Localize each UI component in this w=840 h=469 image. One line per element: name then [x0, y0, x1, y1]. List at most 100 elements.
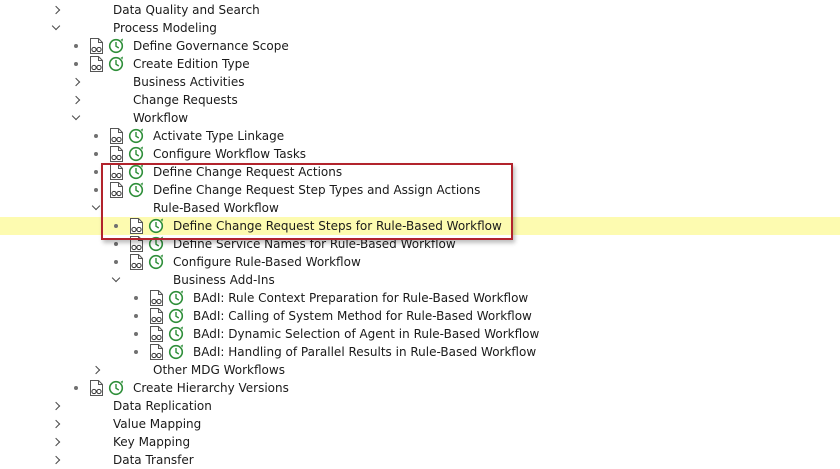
tree-node-label: Workflow	[133, 111, 189, 125]
bullet-icon	[74, 62, 78, 66]
tree-node-label: Create Hierarchy Versions	[133, 381, 289, 395]
execute-clock-icon[interactable]	[128, 145, 144, 163]
tree-node-label: Value Mapping	[113, 417, 202, 431]
execute-clock-icon[interactable]	[148, 235, 164, 253]
chevron-right-icon[interactable]	[90, 361, 104, 379]
tree-node-label: Change Requests	[133, 93, 238, 107]
tree-node-other-mdg-workflows[interactable]: Other MDG Workflows	[0, 361, 840, 379]
tree-activity-define-step-types[interactable]: Define Change Request Step Types and Ass…	[0, 181, 840, 199]
execute-clock-icon[interactable]	[148, 253, 164, 271]
tree-activity-define-service-names[interactable]: Define Service Names for Rule-Based Work…	[0, 235, 840, 253]
tree-activity-configure-rule-based-workflow[interactable]: Configure Rule-Based Workflow	[0, 253, 840, 271]
documentation-icon[interactable]	[129, 253, 144, 271]
chevron-right-icon[interactable]	[50, 397, 64, 415]
tree-activity-define-cr-steps-rule-based[interactable]: Define Change Request Steps for Rule-Bas…	[0, 217, 840, 235]
bullet-icon	[114, 224, 118, 228]
tree-node-key-mapping[interactable]: Key Mapping	[0, 433, 840, 451]
chevron-down-icon[interactable]	[110, 271, 124, 289]
tree-activity-create-hierarchy-versions[interactable]: Create Hierarchy Versions	[0, 379, 840, 397]
tree-node-label: Configure Workflow Tasks	[153, 147, 307, 161]
tree-node-label: Define Change Request Actions	[153, 165, 343, 179]
tree-node-label: Key Mapping	[113, 435, 191, 449]
tree-node-rule-based-workflow[interactable]: Rule-Based Workflow	[0, 199, 840, 217]
bullet-icon	[114, 260, 118, 264]
tree-activity-activate-type-linkage[interactable]: Activate Type Linkage	[0, 127, 840, 145]
execute-clock-icon[interactable]	[168, 289, 184, 307]
tree-node-label: Activate Type Linkage	[153, 129, 285, 143]
tree-activity-define-governance-scope[interactable]: Define Governance Scope	[0, 37, 840, 55]
execute-clock-icon[interactable]	[108, 37, 124, 55]
tree-activity-badi-rule-context[interactable]: BAdI: Rule Context Preparation for Rule-…	[0, 289, 840, 307]
chevron-down-icon[interactable]	[90, 199, 104, 217]
chevron-down-icon[interactable]	[50, 19, 64, 37]
tree-node-business-activities[interactable]: Business Activities	[0, 73, 840, 91]
tree-node-label: BAdI: Rule Context Preparation for Rule-…	[193, 291, 529, 305]
bullet-icon	[74, 44, 78, 48]
tree-node-label: Define Governance Scope	[133, 39, 289, 53]
documentation-icon[interactable]	[89, 379, 104, 397]
tree-node-label: Data Quality and Search	[113, 3, 260, 17]
bullet-icon	[74, 386, 78, 390]
tree-node-label: Define Change Request Step Types and Ass…	[153, 183, 481, 197]
documentation-icon[interactable]	[109, 163, 124, 181]
tree-node-label: Process Modeling	[113, 21, 217, 35]
chevron-right-icon[interactable]	[70, 91, 84, 109]
execute-clock-icon[interactable]	[108, 379, 124, 397]
documentation-icon[interactable]	[89, 37, 104, 55]
tree-activity-configure-workflow-tasks[interactable]: Configure Workflow Tasks	[0, 145, 840, 163]
tree-activity-badi-system-method[interactable]: BAdI: Calling of System Method for Rule-…	[0, 307, 840, 325]
execute-clock-icon[interactable]	[128, 163, 144, 181]
bullet-icon	[134, 314, 138, 318]
bullet-icon	[134, 350, 138, 354]
execute-clock-icon[interactable]	[168, 325, 184, 343]
bullet-icon	[94, 134, 98, 138]
tree-node-label: Business Add-Ins	[173, 273, 275, 287]
tree-node-data-transfer[interactable]: Data Transfer	[0, 451, 840, 469]
chevron-right-icon[interactable]	[50, 415, 64, 433]
chevron-right-icon[interactable]	[50, 451, 64, 469]
tree-node-label: Other MDG Workflows	[153, 363, 285, 377]
documentation-icon[interactable]	[109, 145, 124, 163]
documentation-icon[interactable]	[89, 55, 104, 73]
documentation-icon[interactable]	[129, 235, 144, 253]
chevron-right-icon[interactable]	[50, 1, 64, 19]
tree-node-label: BAdI: Calling of System Method for Rule-…	[193, 309, 532, 323]
documentation-icon[interactable]	[149, 325, 164, 343]
chevron-right-icon[interactable]	[70, 73, 84, 91]
chevron-down-icon[interactable]	[70, 109, 84, 127]
tree-node-label: Business Activities	[133, 75, 245, 89]
bullet-icon	[94, 152, 98, 156]
tree-activity-create-edition-type[interactable]: Create Edition Type	[0, 55, 840, 73]
tree-node-value-mapping[interactable]: Value Mapping	[0, 415, 840, 433]
execute-clock-icon[interactable]	[128, 181, 144, 199]
tree-node-label: BAdI: Handling of Parallel Results in Ru…	[193, 345, 537, 359]
chevron-right-icon[interactable]	[50, 433, 64, 451]
tree-node-business-add-ins[interactable]: Business Add-Ins	[0, 271, 840, 289]
bullet-icon	[114, 242, 118, 246]
tree-activity-badi-agent-selection[interactable]: BAdI: Dynamic Selection of Agent in Rule…	[0, 325, 840, 343]
execute-clock-icon[interactable]	[148, 217, 164, 235]
documentation-icon[interactable]	[109, 127, 124, 145]
tree-activity-badi-parallel-results[interactable]: BAdI: Handling of Parallel Results in Ru…	[0, 343, 840, 361]
execute-clock-icon[interactable]	[168, 307, 184, 325]
execute-clock-icon[interactable]	[128, 127, 144, 145]
documentation-icon[interactable]	[149, 289, 164, 307]
img-activity-tree: Data Quality and Search Process Modeling…	[0, 0, 840, 467]
documentation-icon[interactable]	[149, 307, 164, 325]
documentation-icon[interactable]	[149, 343, 164, 361]
tree-node-workflow[interactable]: Workflow	[0, 109, 840, 127]
bullet-icon	[134, 332, 138, 336]
tree-node-label: Define Service Names for Rule-Based Work…	[173, 237, 456, 251]
tree-node-label: Data Replication	[113, 399, 212, 413]
documentation-icon[interactable]	[129, 217, 144, 235]
tree-node-data-replication[interactable]: Data Replication	[0, 397, 840, 415]
tree-node-change-requests[interactable]: Change Requests	[0, 91, 840, 109]
tree-node-process-modeling[interactable]: Process Modeling	[0, 19, 840, 37]
tree-activity-define-change-request-actions[interactable]: Define Change Request Actions	[0, 163, 840, 181]
documentation-icon[interactable]	[109, 181, 124, 199]
bullet-icon	[134, 296, 138, 300]
bullet-icon	[94, 188, 98, 192]
tree-node-data-quality-and-search[interactable]: Data Quality and Search	[0, 1, 840, 19]
execute-clock-icon[interactable]	[108, 55, 124, 73]
execute-clock-icon[interactable]	[168, 343, 184, 361]
